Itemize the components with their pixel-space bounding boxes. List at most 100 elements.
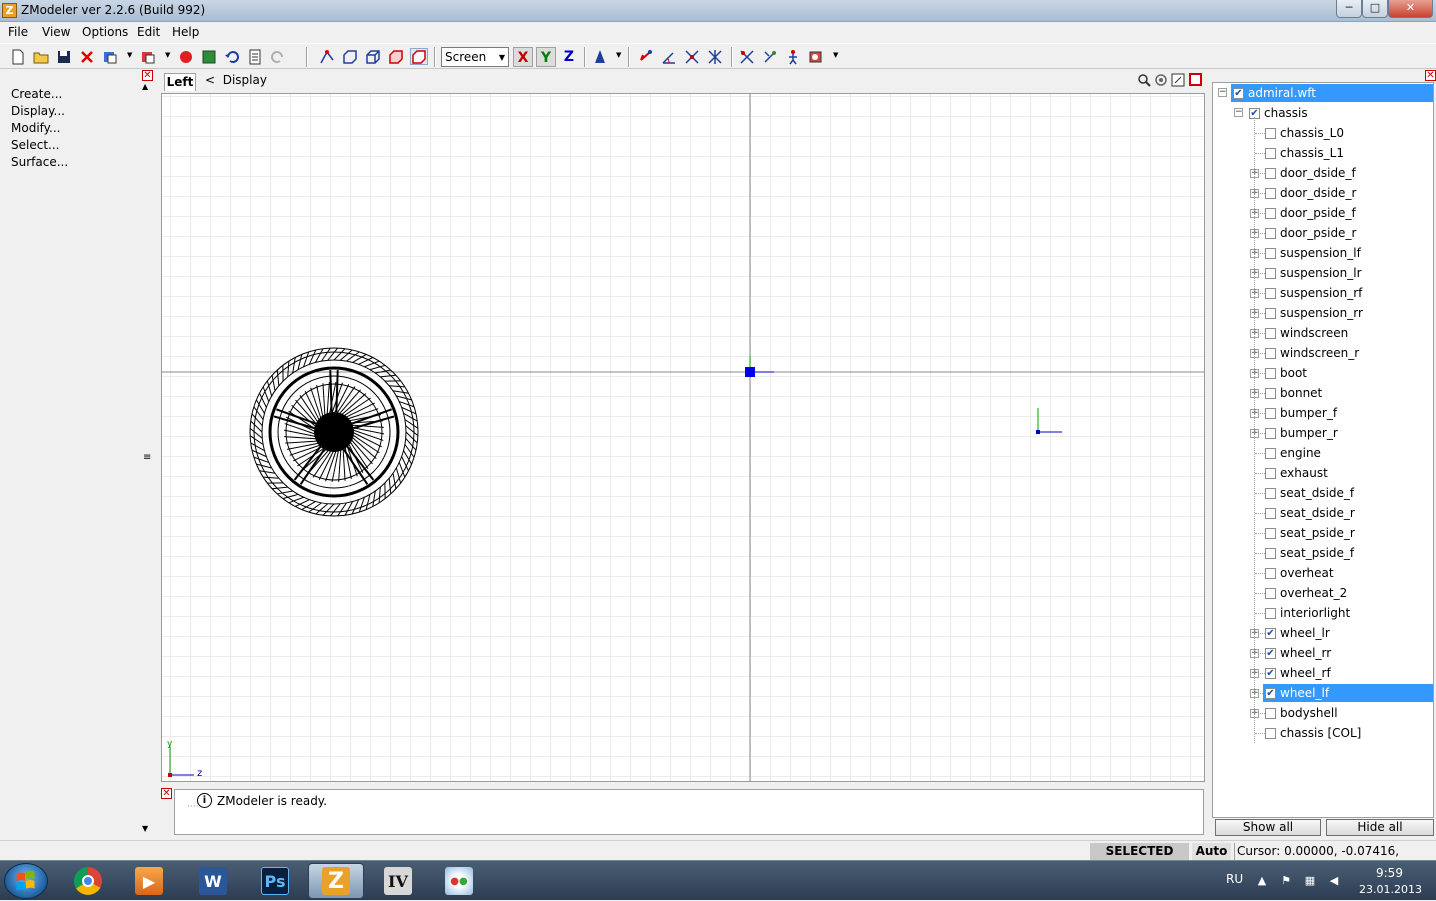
keyboard-language[interactable]: RU bbox=[1226, 872, 1243, 886]
transform-tool-icon[interactable] bbox=[706, 48, 724, 65]
scroll-grip-icon[interactable]: ≡ bbox=[143, 452, 151, 463]
scroll-up-icon[interactable]: ▲ bbox=[142, 82, 148, 91]
zoom-icon[interactable] bbox=[1137, 73, 1151, 87]
tree-node[interactable]: bonnet bbox=[1263, 384, 1433, 402]
display-command[interactable]: Display... bbox=[11, 104, 65, 118]
import-dropdown-icon[interactable]: ▼ bbox=[127, 51, 132, 59]
node-checkbox[interactable] bbox=[1265, 328, 1276, 339]
rotate-tool-icon[interactable] bbox=[660, 48, 678, 65]
new-file-icon[interactable] bbox=[9, 48, 27, 65]
tree-node[interactable]: chassis_L0 bbox=[1263, 124, 1433, 142]
notes-icon[interactable] bbox=[246, 48, 264, 65]
tree-node[interactable]: overheat_2 bbox=[1263, 584, 1433, 602]
taskbar-paint[interactable]: ●● bbox=[431, 863, 487, 899]
tree-node[interactable]: bodyshell bbox=[1263, 704, 1433, 722]
tree-node[interactable]: interiorlight bbox=[1263, 604, 1433, 622]
menu-file[interactable]: File bbox=[8, 25, 28, 39]
maximize-button[interactable]: □ bbox=[1362, 0, 1388, 18]
tree-node[interactable]: exhaust bbox=[1263, 464, 1433, 482]
back-arrow-icon[interactable]: < bbox=[205, 73, 215, 87]
undo-icon[interactable] bbox=[223, 48, 241, 65]
record-icon[interactable] bbox=[177, 48, 195, 65]
scale-tool-icon[interactable] bbox=[683, 48, 701, 65]
magnet-icon[interactable] bbox=[738, 48, 756, 65]
node-checkbox[interactable] bbox=[1265, 228, 1276, 239]
tree-node[interactable]: door_dside_f bbox=[1263, 164, 1433, 182]
node-checkbox[interactable] bbox=[1265, 408, 1276, 419]
menu-help[interactable]: Help bbox=[172, 25, 199, 39]
node-checkbox[interactable]: ✔ bbox=[1265, 668, 1276, 679]
node-checkbox[interactable] bbox=[1265, 388, 1276, 399]
node-checkbox[interactable] bbox=[1265, 608, 1276, 619]
node-checkbox[interactable] bbox=[1265, 308, 1276, 319]
tree-node[interactable]: engine bbox=[1263, 444, 1433, 462]
taskbar-gta-iv[interactable]: IV bbox=[370, 863, 426, 899]
collapse-root-icon[interactable]: − bbox=[1218, 88, 1227, 97]
tree-node[interactable]: door_pside_r bbox=[1263, 224, 1433, 242]
node-checkbox[interactable] bbox=[1265, 568, 1276, 579]
show-all-button[interactable]: Show all bbox=[1215, 819, 1321, 836]
select-object-icon[interactable] bbox=[364, 48, 382, 65]
status-snap[interactable]: Auto bbox=[1192, 843, 1231, 860]
export-icon[interactable] bbox=[139, 48, 157, 65]
render-mode-dropdown-icon[interactable]: ▼ bbox=[833, 51, 838, 59]
node-checkbox[interactable] bbox=[1265, 468, 1276, 479]
node-checkbox[interactable] bbox=[1265, 708, 1276, 719]
node-checkbox[interactable] bbox=[1265, 448, 1276, 459]
node-checkbox[interactable] bbox=[1265, 348, 1276, 359]
tree-node[interactable]: bumper_r bbox=[1263, 424, 1433, 442]
tray-flag-icon[interactable]: ⚑ bbox=[1279, 874, 1293, 888]
tree-node[interactable]: ✔wheel_lr bbox=[1263, 624, 1433, 642]
node-checkbox[interactable] bbox=[1265, 208, 1276, 219]
node-checkbox[interactable]: ✔ bbox=[1265, 648, 1276, 659]
node-checkbox[interactable] bbox=[1265, 188, 1276, 199]
clock-time[interactable]: 9:59 bbox=[1376, 866, 1403, 880]
delete-icon[interactable] bbox=[78, 48, 96, 65]
tree-node[interactable]: suspension_rf bbox=[1263, 284, 1433, 302]
close-button[interactable]: ✕ bbox=[1388, 0, 1433, 18]
hide-all-button[interactable]: Hide all bbox=[1326, 819, 1434, 836]
tree-node[interactable]: windscreen bbox=[1263, 324, 1433, 342]
tree-node[interactable]: door_pside_f bbox=[1263, 204, 1433, 222]
tree-chassis-node[interactable]: ✔ chassis bbox=[1247, 104, 1427, 122]
close-panel-icon[interactable]: ✕ bbox=[142, 70, 153, 81]
tree-node[interactable]: bumper_f bbox=[1263, 404, 1433, 422]
select-box-icon[interactable] bbox=[410, 48, 428, 65]
move-tool-icon[interactable] bbox=[637, 48, 655, 65]
node-checkbox[interactable] bbox=[1265, 528, 1276, 539]
axis-x-toggle[interactable]: X bbox=[513, 47, 533, 67]
volume-icon[interactable]: ◀ bbox=[1327, 874, 1341, 888]
node-checkbox[interactable] bbox=[1265, 288, 1276, 299]
import-icon[interactable] bbox=[101, 48, 119, 65]
node-checkbox[interactable] bbox=[1265, 368, 1276, 379]
tree-node[interactable]: seat_dside_r bbox=[1263, 504, 1433, 522]
tree-node[interactable]: chassis_L1 bbox=[1263, 144, 1433, 162]
taskbar-media[interactable]: ▶ bbox=[121, 863, 177, 899]
pivot-dropdown-icon[interactable]: ▼ bbox=[616, 51, 621, 59]
pan-icon[interactable] bbox=[1154, 73, 1168, 87]
pivot-icon[interactable] bbox=[591, 48, 609, 65]
tree-node[interactable]: boot bbox=[1263, 364, 1433, 382]
maximize-viewport-icon[interactable] bbox=[1171, 73, 1185, 87]
close-hierarchy-icon[interactable]: ✕ bbox=[1425, 70, 1436, 81]
select-vertex-icon[interactable] bbox=[318, 48, 336, 65]
axis-z-toggle[interactable]: Z bbox=[559, 47, 579, 67]
taskbar-photoshop[interactable]: Ps bbox=[247, 863, 303, 899]
node-checkbox[interactable] bbox=[1265, 128, 1276, 139]
viewport-left[interactable]: y z bbox=[161, 93, 1205, 782]
open-folder-icon[interactable] bbox=[32, 48, 50, 65]
node-checkbox[interactable] bbox=[1265, 548, 1276, 559]
node-checkbox[interactable] bbox=[1265, 148, 1276, 159]
node-checkbox[interactable]: ✔ bbox=[1265, 688, 1276, 699]
close-log-icon[interactable]: ✕ bbox=[161, 788, 172, 799]
network-icon[interactable]: ▦ bbox=[1303, 874, 1317, 888]
node-checkbox[interactable] bbox=[1265, 248, 1276, 259]
node-checkbox[interactable] bbox=[1265, 508, 1276, 519]
taskbar-chrome[interactable] bbox=[60, 863, 116, 899]
clock-date[interactable]: 23.01.2013 bbox=[1359, 883, 1422, 896]
collapse-chassis-icon[interactable]: − bbox=[1234, 108, 1243, 117]
object-tree[interactable]: ✔ admiral.wft − − ✔ chassis chassis_L0ch… bbox=[1212, 82, 1434, 818]
coordinate-system-select[interactable]: Screen▼ bbox=[441, 47, 509, 67]
tree-node[interactable]: suspension_lf bbox=[1263, 244, 1433, 262]
command-panel-scrollbar[interactable]: ▲ ≡ ▼ bbox=[141, 82, 154, 834]
